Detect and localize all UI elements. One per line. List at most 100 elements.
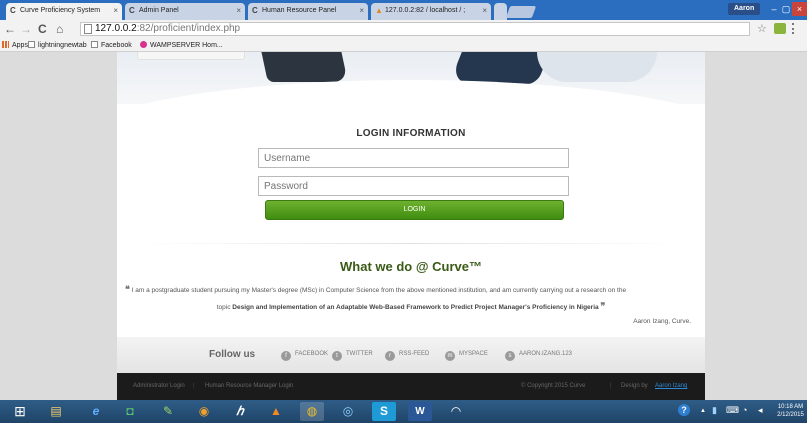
tab-title: 127.0.0.2:82 / localhost / ; [385, 7, 466, 14]
social-label: MYSPACE [459, 351, 488, 357]
word-icon[interactable]: W [408, 402, 432, 421]
tab-admin-panel[interactable]: C Admin Panel × [125, 3, 245, 20]
browser-user-badge[interactable]: Aaron [728, 3, 761, 15]
page-container: LOGIN INFORMATION LOGIN What we do @ Cur… [117, 52, 705, 400]
username-field[interactable] [258, 148, 569, 168]
social-label: RSS-FEED [399, 351, 430, 357]
wifi-app-icon[interactable]: ◠ [444, 402, 468, 421]
keyboard-icon[interactable]: ⌨ [726, 405, 739, 416]
bookmark-wampserver[interactable]: WAMPSERVER Hom... [140, 41, 223, 49]
tab-curve-proficiency-system[interactable]: C Curve Proficiency System × [6, 3, 122, 20]
tab-title: Curve Proficiency System [20, 7, 101, 14]
twitter-link[interactable]: t TWITTER [332, 349, 373, 361]
chrome-icon[interactable]: ◍ [300, 402, 324, 421]
new-tab-button[interactable] [505, 6, 537, 18]
hr-manager-login-link[interactable]: Human Resource Manager Login [205, 383, 293, 389]
skype-icon[interactable]: S [372, 402, 396, 421]
pen-app-icon[interactable]: ✎ [156, 402, 180, 421]
page-icon: C [252, 6, 258, 15]
tab-title: Human Resource Panel [262, 7, 337, 14]
tab-close-icon[interactable]: × [482, 6, 487, 15]
extension-icon[interactable] [774, 23, 786, 34]
camera-icon[interactable]: ◎ [336, 402, 360, 421]
bookmark-label: Facebook [101, 42, 132, 49]
apps-grid-icon [2, 41, 9, 48]
clock-time: 10:18 AM [777, 404, 804, 410]
password-field[interactable] [258, 176, 569, 196]
myspace-icon: m [445, 351, 455, 361]
tab-title: Admin Panel [139, 7, 179, 14]
bookmarks-bar: Apps lightningnewtab Facebook WAMPSERVER… [0, 38, 807, 52]
admin-login-link[interactable]: Administrator Login [133, 383, 185, 389]
designer-link[interactable]: Aaron Izang [655, 383, 687, 389]
bookmark-facebook[interactable]: Facebook [91, 41, 132, 49]
banner-card [137, 52, 245, 60]
skype-link[interactable]: s AARON.IZANG.123 [505, 349, 572, 361]
tab-close-icon[interactable]: × [236, 6, 241, 15]
quote-attribution: Aaron Izang, Curve. [633, 318, 691, 325]
tab-separator [494, 3, 507, 20]
tab-human-resource-panel[interactable]: C Human Resource Panel × [248, 3, 368, 20]
start-button[interactable]: ⊞ [8, 402, 32, 421]
tab-close-icon[interactable]: × [359, 6, 364, 15]
vlc-icon[interactable]: ▲ [264, 402, 288, 421]
menu-icon[interactable] [792, 23, 795, 34]
volume-icon[interactable]: ◂ [758, 405, 763, 416]
open-quote-icon: ❝ [125, 285, 130, 295]
login-button[interactable]: LOGIN [265, 200, 564, 220]
page-icon: C [129, 6, 135, 15]
tab-close-icon[interactable]: × [113, 6, 118, 15]
address-bar[interactable]: 127.0.0.2:82/proficient/index.php [80, 22, 750, 36]
about-title: What we do @ Curve™ [340, 259, 482, 274]
header-banner-image [117, 52, 705, 104]
facebook-link[interactable]: f FACEBOOK [281, 349, 328, 361]
hp-icon[interactable]: ℎ [228, 402, 252, 421]
social-label: TWITTER [346, 351, 373, 357]
minimize-button[interactable]: – [768, 2, 780, 16]
follow-us-bar: Follow us f FACEBOOK t TWITTER r RSS-FEED m… [117, 337, 705, 373]
myspace-link[interactable]: m MYSPACE [445, 349, 488, 361]
app-green-icon[interactable]: ◘ [118, 402, 142, 421]
phpmyadmin-icon: ▲ [375, 6, 383, 15]
bookmark-apps[interactable]: Apps [2, 41, 28, 49]
rss-feed-link[interactable]: r RSS-FEED [385, 349, 429, 361]
footer-separator: | [610, 383, 612, 389]
facebook-icon: f [281, 351, 291, 361]
twitter-icon: t [332, 351, 342, 361]
close-quote-icon: ❞ [600, 302, 606, 312]
internet-explorer-icon[interactable]: e [84, 402, 108, 421]
about-quote-line-2: topic Design and Implementation of an Ad… [117, 302, 705, 312]
file-explorer-icon[interactable]: ▤ [44, 402, 68, 421]
maximize-button[interactable]: ▢ [780, 2, 792, 16]
show-hidden-icons[interactable]: ▲ [700, 408, 706, 414]
signal-icon[interactable]: ◔ [742, 405, 747, 415]
page-icon [84, 24, 92, 34]
reload-icon[interactable]: C [38, 22, 47, 36]
bookmark-label: WAMPSERVER Hom... [150, 42, 223, 49]
banner-curve [117, 80, 705, 104]
forward-arrow-icon[interactable]: → [20, 22, 32, 36]
tab-phpmyadmin[interactable]: ▲ 127.0.0.2:82 / localhost / ; × [371, 3, 491, 20]
browser-toolbar: ← → C ⌂ 127.0.0.2:82/proficient/index.ph… [0, 20, 807, 38]
home-icon[interactable]: ⌂ [56, 22, 63, 36]
bookmark-label: Apps [12, 42, 28, 49]
bookmark-star-icon[interactable]: ☆ [757, 23, 767, 35]
about-quote-line-1: ❝ I am a postgraduate student pursuing m… [125, 285, 697, 295]
help-icon[interactable]: ? [678, 404, 690, 416]
taskbar-clock[interactable]: 10:18 AM 2/12/2015 [774, 403, 807, 419]
close-window-button[interactable]: × [792, 2, 807, 16]
clock-date: 2/12/2015 [777, 412, 804, 418]
login-title: LOGIN INFORMATION [356, 128, 466, 139]
copyright-text: © Copyright 2015 Curve [521, 383, 586, 389]
social-label: FACEBOOK [295, 351, 329, 357]
design-by-text: Design by [621, 383, 648, 389]
back-arrow-icon[interactable]: ← [4, 22, 16, 36]
media-app-icon[interactable]: ◉ [192, 402, 216, 421]
page-viewport: LOGIN INFORMATION LOGIN What we do @ Cur… [0, 52, 807, 400]
quote-text-prefix: topic [216, 304, 233, 311]
network-icon[interactable]: ▮ [712, 405, 717, 416]
rss-icon: r [385, 351, 395, 361]
banner-person-3 [537, 52, 657, 82]
skype-icon: s [505, 351, 515, 361]
bookmark-lightningnewtab[interactable]: lightningnewtab [28, 41, 87, 49]
